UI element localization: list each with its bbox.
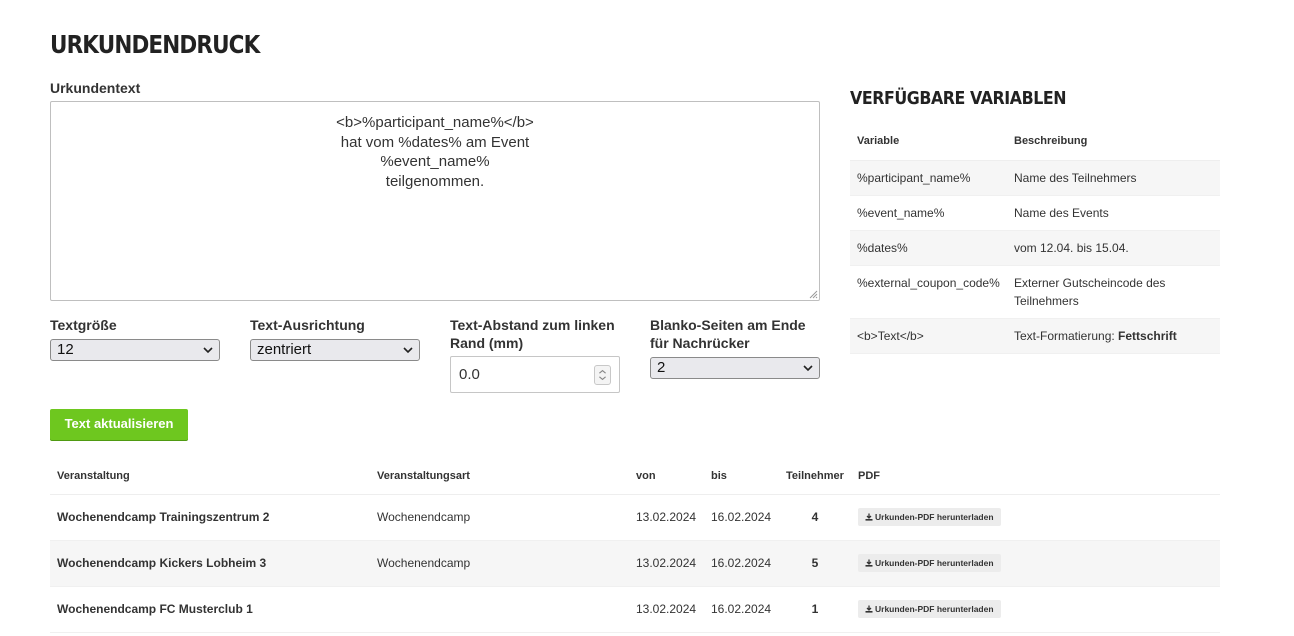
blank-pages-label: Blanko-Seiten am Ende für Nachrücker <box>650 316 806 352</box>
resize-grip-icon[interactable] <box>808 289 818 299</box>
event-pdf-cell: Urkunden-PDF herunterladen <box>851 540 1220 587</box>
variable-description: Name des Teilnehmers <box>1007 160 1220 196</box>
font-size-select[interactable]: 12 <box>50 339 220 361</box>
download-icon <box>865 605 873 613</box>
certificate-text-area[interactable]: <b>%participant_name%</b> hat vom %dates… <box>50 101 820 301</box>
column-header-participants: Teilnehmer <box>779 458 851 495</box>
margin-label: Text-Abstand zum linken Rand (mm) <box>450 316 615 352</box>
event-name: Wochenendcamp FC Musterclub 1 <box>50 586 370 633</box>
variables-table: Variable Beschreibung %participant_name%… <box>850 122 1220 354</box>
event-to: 16.02.2024 <box>704 586 779 633</box>
variable-name: %dates% <box>850 230 1007 266</box>
alignment-select[interactable]: zentriert <box>250 339 420 361</box>
event-name: Wochenendcamp Trainingszentrum 2 <box>50 494 370 541</box>
certificate-text-label: Urkundentext <box>50 80 141 96</box>
variable-description: Externer Gutscheincode des Teilnehmers <box>1007 265 1220 319</box>
download-pdf-label: Urkunden-PDF herunterladen <box>875 558 994 568</box>
event-pdf-cell: Urkunden-PDF herunterladen <box>851 494 1220 541</box>
table-row: %dates% vom 12.04. bis 15.04. <box>850 230 1220 266</box>
event-name: Wochenendcamp Kickers Lobheim 3 <box>50 540 370 587</box>
download-pdf-button[interactable]: Urkunden-PDF herunterladen <box>858 554 1001 572</box>
column-header-from: von <box>629 458 704 495</box>
event-participants: 5 <box>779 540 851 587</box>
variable-description: Name des Events <box>1007 195 1220 231</box>
variable-name: <b>Text</b> <box>850 318 1007 354</box>
download-pdf-button[interactable]: Urkunden-PDF herunterladen <box>858 508 1001 526</box>
margin-label-line1: Text-Abstand zum linken <box>450 317 615 333</box>
alignment-value: zentriert <box>257 341 312 358</box>
update-text-button[interactable]: Text aktualisieren <box>50 409 188 440</box>
certificate-line: teilgenommen. <box>385 172 485 190</box>
table-header-row: Variable Beschreibung <box>850 122 1220 161</box>
table-row: Wochenendcamp Kickers Lobheim 3 Wochenen… <box>50 540 1220 587</box>
download-pdf-label: Urkunden-PDF herunterladen <box>875 512 994 522</box>
variable-description-prefix: Text-Formatierung: <box>1014 328 1119 343</box>
margin-input[interactable]: 0.0 <box>450 356 620 393</box>
variable-description: vom 12.04. bis 15.04. <box>1007 230 1220 266</box>
download-pdf-button[interactable]: Urkunden-PDF herunterladen <box>858 600 1001 618</box>
event-pdf-cell: Urkunden-PDF herunterladen <box>851 586 1220 633</box>
column-header-variable: Variable <box>850 122 1007 161</box>
font-size-label: Textgröße <box>50 317 117 333</box>
download-pdf-label: Urkunden-PDF herunterladen <box>875 604 994 614</box>
variable-description-line1: Externer Gutscheincode des <box>1014 275 1166 290</box>
event-from: 13.02.2024 <box>629 540 704 587</box>
column-header-type: Veranstaltungsart <box>370 458 629 495</box>
chevron-down-icon <box>803 365 813 372</box>
variable-name: %participant_name% <box>850 160 1007 196</box>
event-type: Wochenendcamp <box>370 540 629 587</box>
alignment-label: Text-Ausrichtung <box>250 317 365 333</box>
table-row: <b>Text</b> Text-Formatierung: Fettschri… <box>850 318 1220 354</box>
blank-pages-label-line1: Blanko-Seiten am Ende <box>650 317 806 333</box>
certificate-line: hat vom %dates% am Event <box>340 133 530 151</box>
event-type: Wochenendcamp <box>370 494 629 541</box>
certificate-line: %event_name% <box>380 153 490 170</box>
column-header-to: bis <box>704 458 779 495</box>
column-header-event: Veranstaltung <box>50 458 370 495</box>
variable-description-line2: Teilnehmers <box>1014 293 1079 308</box>
page-title: URKUNDENDRUCK <box>50 30 260 59</box>
variable-name: %external_coupon_code% <box>850 265 1007 319</box>
table-row: %external_coupon_code% Externer Gutschei… <box>850 265 1220 319</box>
event-from: 13.02.2024 <box>629 586 704 633</box>
blank-pages-select[interactable]: 2 <box>650 357 820 379</box>
download-icon <box>865 513 873 521</box>
table-row: %participant_name% Name des Teilnehmers <box>850 160 1220 196</box>
variable-description-bold: Fettschrift <box>1118 328 1177 343</box>
table-row: %event_name% Name des Events <box>850 195 1220 231</box>
margin-value: 0.0 <box>459 366 480 383</box>
column-header-description: Beschreibung <box>1007 122 1220 161</box>
variables-title: VERFÜGBARE VARIABLEN <box>850 88 1067 109</box>
table-row: Wochenendcamp Trainingszentrum 2 Wochene… <box>50 494 1220 541</box>
chevron-down-icon <box>403 347 413 354</box>
event-participants: 1 <box>779 586 851 633</box>
blank-pages-label-line2: für Nachrücker <box>650 335 750 351</box>
column-header-pdf: PDF <box>851 458 1220 495</box>
event-participants: 4 <box>779 494 851 541</box>
event-to: 16.02.2024 <box>704 540 779 587</box>
event-type <box>370 586 629 633</box>
events-table: Veranstaltung Veranstaltungsart von bis … <box>50 458 1220 633</box>
table-header-row: Veranstaltung Veranstaltungsart von bis … <box>50 458 1220 495</box>
event-from: 13.02.2024 <box>629 494 704 541</box>
download-icon <box>865 559 873 567</box>
font-size-value: 12 <box>57 341 74 358</box>
margin-label-line2: Rand (mm) <box>450 335 524 351</box>
table-row: Wochenendcamp FC Musterclub 1 13.02.2024… <box>50 586 1220 633</box>
variable-description: Text-Formatierung: Fettschrift <box>1007 318 1220 354</box>
blank-pages-value: 2 <box>657 359 666 376</box>
event-to: 16.02.2024 <box>704 494 779 541</box>
spinner-arrows-icon[interactable] <box>594 365 611 385</box>
variable-name: %event_name% <box>850 195 1007 231</box>
chevron-down-icon <box>203 347 213 354</box>
certificate-line: <b>%participant_name%</b> <box>336 114 534 131</box>
